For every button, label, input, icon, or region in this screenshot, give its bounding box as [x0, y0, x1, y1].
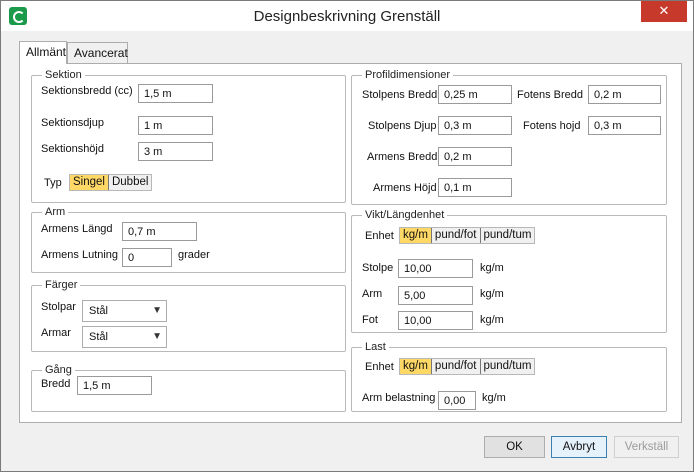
- group-farger: Färger Stolpar Stål ▼ Armar Stål ▼: [31, 279, 346, 352]
- title-bar: Designbeskrivning Grenställ ✕: [1, 1, 693, 31]
- tab-panel-allmant: Sektion Sektionsbredd (cc) 1,5 m Sektion…: [19, 63, 682, 423]
- sektionsbredd-label: Sektionsbredd (cc): [41, 85, 133, 97]
- vikt-enhet-option-pundtum[interactable]: pund/tum: [481, 228, 535, 243]
- stolpe-label: Stolpe: [362, 262, 394, 274]
- fot-input[interactable]: 10,00: [398, 311, 473, 330]
- apply-button[interactable]: Verkställ: [614, 436, 679, 458]
- group-gang: Gång Bredd 1,5 m: [31, 364, 346, 412]
- last-enhet-selector: kg/m pund/fot pund/tum: [399, 358, 536, 375]
- gang-bredd-input[interactable]: 1,5 m: [77, 376, 152, 395]
- sektionsdjup-label: Sektionsdjup: [41, 117, 104, 129]
- sektionshojd-label: Sektionshöjd: [41, 143, 104, 155]
- sektionsdjup-input[interactable]: 1 m: [138, 116, 213, 135]
- typ-selector: Singel Dubbel: [69, 174, 153, 191]
- fot-label: Fot: [362, 314, 378, 326]
- group-title-sektion: Sektion: [42, 69, 85, 81]
- arm-belastning-unit: kg/m: [482, 392, 506, 404]
- armens-bredd-input[interactable]: 0,2 m: [438, 147, 512, 166]
- stolpens-djup-input[interactable]: 0,3 m: [438, 116, 512, 135]
- ok-button[interactable]: OK: [484, 436, 545, 458]
- group-last: Last Enhet kg/m pund/fot pund/tum Arm be…: [351, 341, 667, 412]
- armens-langd-label: Armens Längd: [41, 223, 113, 235]
- stolpens-bredd-input[interactable]: 0,25 m: [438, 85, 512, 104]
- window-title: Designbeskrivning Grenställ: [253, 8, 441, 25]
- last-enhet-option-pundfot[interactable]: pund/fot: [432, 359, 481, 374]
- group-title-gang: Gång: [42, 364, 75, 376]
- arm-belastning-label: Arm belastning: [362, 392, 436, 404]
- chevron-down-icon: ▼: [152, 305, 162, 316]
- stolpens-djup-label: Stolpens Djup: [368, 120, 437, 132]
- vikt-enhet-selector: kg/m pund/fot pund/tum: [399, 227, 536, 244]
- vikt-enhet-option-pundfot[interactable]: pund/fot: [432, 228, 481, 243]
- group-sektion: Sektion Sektionsbredd (cc) 1,5 m Sektion…: [31, 69, 346, 203]
- typ-option-dubbel[interactable]: Dubbel: [109, 175, 151, 190]
- armar-label: Armar: [41, 327, 71, 339]
- arm-vikt-input[interactable]: 5,00: [398, 286, 473, 305]
- armar-select-value: Stål: [89, 331, 108, 343]
- arm-vikt-unit: kg/m: [480, 288, 504, 300]
- last-enhet-option-pundtum[interactable]: pund/tum: [481, 359, 535, 374]
- cancel-button[interactable]: Avbryt: [551, 436, 607, 458]
- armens-lutning-label: Armens Lutning: [41, 249, 119, 261]
- sektionshojd-input[interactable]: 3 m: [138, 142, 213, 161]
- chevron-down-icon: ▼: [152, 331, 162, 342]
- arm-belastning-input[interactable]: 0,00: [438, 391, 476, 410]
- vikt-enhet-label: Enhet: [365, 230, 394, 242]
- group-arm: Arm Armens Längd 0,7 m Armens Lutning 0 …: [31, 206, 346, 273]
- arm-label: Arm: [362, 288, 383, 300]
- fotens-hojd-label: Fotens hojd: [523, 120, 581, 132]
- vikt-enhet-option-kgm[interactable]: kg/m: [400, 228, 432, 243]
- fotens-bredd-input[interactable]: 0,2 m: [588, 85, 661, 104]
- tab-avancerat[interactable]: Avancerat: [67, 42, 128, 64]
- stolpar-label: Stolpar: [41, 301, 76, 313]
- last-enhet-option-kgm[interactable]: kg/m: [400, 359, 432, 374]
- typ-option-singel[interactable]: Singel: [70, 175, 109, 190]
- stolpe-input[interactable]: 10,00: [398, 259, 473, 278]
- armar-select[interactable]: Stål ▼: [82, 326, 167, 348]
- fotens-hojd-input[interactable]: 0,3 m: [588, 116, 661, 135]
- group-vikt-langdenhet: Vikt/Längdenhet Enhet kg/m pund/fot pund…: [351, 209, 667, 333]
- stolpe-unit: kg/m: [480, 262, 504, 274]
- tab-allmant[interactable]: Allmänt: [19, 41, 67, 64]
- group-title-farger: Färger: [42, 279, 81, 291]
- group-title-profildimensioner: Profildimensioner: [362, 69, 453, 81]
- fot-unit: kg/m: [480, 314, 504, 326]
- stolpens-bredd-label: Stolpens Bredd: [362, 89, 438, 101]
- fotens-bredd-label: Fotens Bredd: [517, 89, 584, 101]
- stolpar-select[interactable]: Stål ▼: [82, 300, 167, 322]
- armens-bredd-label: Armens Bredd: [367, 151, 438, 163]
- armens-hojd-label: Armens Höjd: [373, 182, 437, 194]
- typ-label: Typ: [44, 177, 62, 189]
- last-enhet-label: Enhet: [365, 361, 394, 373]
- lutning-unit-label: grader: [178, 249, 210, 261]
- group-title-arm: Arm: [42, 206, 69, 218]
- sektionsbredd-input[interactable]: 1,5 m: [138, 84, 213, 103]
- group-title-vikt: Vikt/Längdenhet: [362, 209, 448, 221]
- gang-bredd-label: Bredd: [41, 378, 71, 390]
- group-title-last: Last: [362, 341, 389, 353]
- stolpar-select-value: Stål: [89, 305, 108, 317]
- dialog-window: Designbeskrivning Grenställ ✕ Allmänt Av…: [0, 0, 694, 472]
- armens-langd-input[interactable]: 0,7 m: [122, 222, 197, 241]
- armens-hojd-input[interactable]: 0,1 m: [438, 178, 512, 197]
- group-profildimensioner: Profildimensioner Stolpens Bredd 0,25 m …: [351, 69, 667, 205]
- close-button[interactable]: ✕: [641, 1, 687, 22]
- armens-lutning-input[interactable]: 0: [122, 248, 172, 267]
